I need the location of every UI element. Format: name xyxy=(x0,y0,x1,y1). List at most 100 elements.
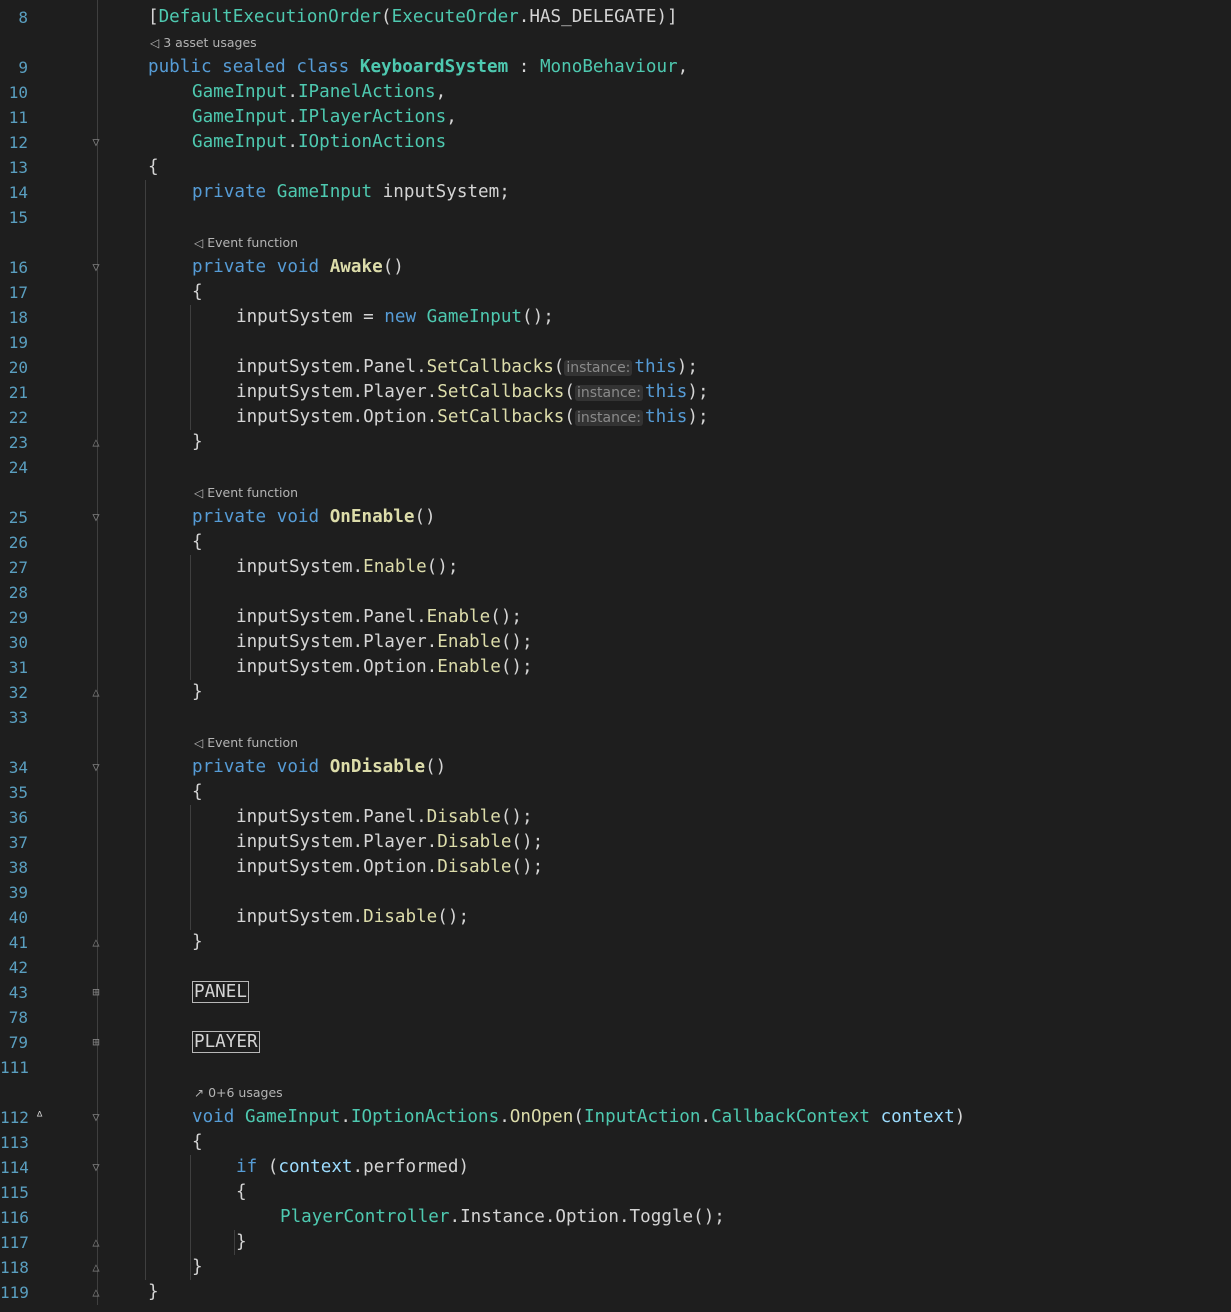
code-text[interactable]: inputSystem.Panel.Disable(); xyxy=(236,805,533,830)
code-text[interactable]: } xyxy=(236,1230,247,1255)
code-line[interactable]: 117 △} xyxy=(0,1230,1231,1255)
code-line[interactable]: 115 { xyxy=(0,1180,1231,1205)
code-text[interactable]: { xyxy=(192,1130,203,1155)
code-text[interactable]: inputSystem.Option.Disable(); xyxy=(236,855,543,880)
fold-open-icon[interactable]: ▽ xyxy=(90,1111,102,1123)
code-line[interactable]: 16 ▽ private void Awake() xyxy=(0,255,1231,280)
code-line[interactable]: 39 xyxy=(0,880,1231,905)
code-line[interactable]: 31 inputSystem.Option.Enable(); xyxy=(0,655,1231,680)
code-text[interactable]: void GameInput.IOptionActions.OnOpen(Inp… xyxy=(192,1105,965,1130)
collapsed-region[interactable]: PLAYER xyxy=(192,1031,260,1053)
code-line[interactable]: 36 inputSystem.Panel.Disable(); xyxy=(0,805,1231,830)
hint-content[interactable]: ◁ Event function xyxy=(194,483,298,503)
code-line[interactable]: 34 ▽ private void OnDisable() xyxy=(0,755,1231,780)
code-text[interactable]: PLAYER xyxy=(192,1030,260,1055)
code-line[interactable]: 29 inputSystem.Panel.Enable(); xyxy=(0,605,1231,630)
code-vision-hint[interactable]: ◁ Event function xyxy=(0,233,1231,253)
code-line[interactable]: 27 inputSystem.Enable(); xyxy=(0,555,1231,580)
code-line[interactable]: 8 [DefaultExecutionOrder(ExecuteOrder.HAS… xyxy=(0,5,1231,30)
hint-text[interactable]: Event function xyxy=(207,735,298,750)
code-line[interactable]: 28 xyxy=(0,580,1231,605)
code-line[interactable]: 18 inputSystem = new GameInput(); xyxy=(0,305,1231,330)
fold-close-icon[interactable]: △ xyxy=(90,1236,102,1248)
code-text[interactable]: private void OnDisable() xyxy=(192,755,446,780)
code-line[interactable]: 118 △} xyxy=(0,1255,1231,1280)
code-line[interactable]: 21 inputSystem.Player.SetCallbacks(instan… xyxy=(0,380,1231,405)
code-editor[interactable]: 8 [DefaultExecutionOrder(ExecuteOrder.HAS… xyxy=(0,0,1231,1312)
code-text[interactable]: inputSystem.Player.Disable(); xyxy=(236,830,543,855)
code-line[interactable]: 30 inputSystem.Player.Enable(); xyxy=(0,630,1231,655)
code-vision-hint[interactable]: ◁ 3 asset usages xyxy=(0,33,1231,53)
code-text[interactable]: GameInput.IPlayerActions, xyxy=(192,105,457,130)
implements-icon[interactable]: ᐞ xyxy=(36,1105,43,1130)
code-line[interactable]: 14 private GameInput inputSystem; xyxy=(0,180,1231,205)
code-text[interactable]: inputSystem.Option.SetCallbacks(instance… xyxy=(236,405,709,431)
code-text[interactable]: { xyxy=(192,780,203,805)
code-text[interactable]: PlayerController.Instance.Option.Toggle(… xyxy=(280,1205,725,1230)
hint-content[interactable]: ◁ Event function xyxy=(194,233,298,253)
code-text[interactable]: } xyxy=(192,930,203,955)
collapsed-region[interactable]: PANEL xyxy=(192,981,249,1003)
code-text[interactable]: { xyxy=(192,530,203,555)
code-line[interactable]: 41 △} xyxy=(0,930,1231,955)
code-line[interactable]: 12 ▽ GameInput.IOptionActions xyxy=(0,130,1231,155)
fold-open-icon[interactable]: ▽ xyxy=(90,761,102,773)
code-text[interactable]: inputSystem.Player.SetCallbacks(instance… xyxy=(236,380,709,406)
code-line[interactable]: 26 { xyxy=(0,530,1231,555)
fold-close-icon[interactable]: △ xyxy=(90,686,102,698)
code-vision-hint[interactable]: ◁ Event function xyxy=(0,483,1231,503)
code-vision-hint[interactable]: ↗ 0+6 usages xyxy=(0,1083,1231,1103)
code-text[interactable]: if (context.performed) xyxy=(236,1155,469,1180)
code-text[interactable]: [DefaultExecutionOrder(ExecuteOrder.HAS_… xyxy=(148,5,678,30)
code-line[interactable]: 9 public sealed class KeyboardSystem : Mo… xyxy=(0,55,1231,80)
fold-close-icon[interactable]: △ xyxy=(90,936,102,948)
code-line[interactable]: 24 xyxy=(0,455,1231,480)
code-text[interactable]: } xyxy=(192,430,203,455)
hint-text[interactable]: 0+6 usages xyxy=(208,1085,283,1100)
code-line[interactable]: 113 { xyxy=(0,1130,1231,1155)
hint-text[interactable]: 3 asset usages xyxy=(163,35,256,50)
code-text[interactable]: private GameInput inputSystem; xyxy=(192,180,510,205)
code-text[interactable]: private void Awake() xyxy=(192,255,404,280)
hint-content[interactable]: ↗ 0+6 usages xyxy=(194,1083,283,1103)
code-text[interactable]: inputSystem.Enable(); xyxy=(236,555,458,580)
code-line[interactable]: 38 inputSystem.Option.Disable(); xyxy=(0,855,1231,880)
code-text[interactable]: PANEL xyxy=(192,980,249,1005)
code-line[interactable]: 20 inputSystem.Panel.SetCallbacks(instanc… xyxy=(0,355,1231,380)
code-line[interactable]: 32 △} xyxy=(0,680,1231,705)
hint-text[interactable]: Event function xyxy=(207,235,298,250)
hint-content[interactable]: ◁ Event function xyxy=(194,733,298,753)
fold-open-icon[interactable]: ▽ xyxy=(90,511,102,523)
code-line[interactable]: 10 GameInput.IPanelActions, xyxy=(0,80,1231,105)
code-line[interactable]: 119 △} xyxy=(0,1280,1231,1305)
code-text[interactable]: public sealed class KeyboardSystem : Mon… xyxy=(148,55,688,80)
code-text[interactable]: { xyxy=(236,1180,247,1205)
code-text[interactable]: { xyxy=(148,155,159,180)
fold-close-icon[interactable]: △ xyxy=(90,1261,102,1273)
code-text[interactable]: inputSystem.Player.Enable(); xyxy=(236,630,533,655)
code-line[interactable]: 35 { xyxy=(0,780,1231,805)
fold-close-icon[interactable]: △ xyxy=(90,436,102,448)
code-text[interactable]: GameInput.IOptionActions xyxy=(192,130,446,155)
code-text[interactable]: inputSystem = new GameInput(); xyxy=(236,305,554,330)
code-line[interactable]: 37 inputSystem.Player.Disable(); xyxy=(0,830,1231,855)
code-line[interactable]: 40 inputSystem.Disable(); xyxy=(0,905,1231,930)
fold-collapsed-icon[interactable]: ⊞ xyxy=(90,1036,102,1048)
code-line[interactable]: 15 xyxy=(0,205,1231,230)
code-line[interactable]: 114 ▽ if (context.performed) xyxy=(0,1155,1231,1180)
code-line[interactable]: 111 xyxy=(0,1055,1231,1080)
code-line[interactable]: 11 GameInput.IPlayerActions, xyxy=(0,105,1231,130)
code-text[interactable]: inputSystem.Panel.SetCallbacks(instance:… xyxy=(236,355,698,381)
fold-open-icon[interactable]: ▽ xyxy=(90,136,102,148)
code-line[interactable]: 33 xyxy=(0,705,1231,730)
code-text[interactable]: } xyxy=(192,680,203,705)
fold-open-icon[interactable]: ▽ xyxy=(90,261,102,273)
fold-open-icon[interactable]: ▽ xyxy=(90,1161,102,1173)
code-text[interactable]: inputSystem.Panel.Enable(); xyxy=(236,605,522,630)
code-text[interactable]: GameInput.IPanelActions, xyxy=(192,80,446,105)
code-line[interactable]: 19 xyxy=(0,330,1231,355)
code-line[interactable]: 79 ⊞ PLAYER xyxy=(0,1030,1231,1055)
code-line[interactable]: 25 ▽ private void OnEnable() xyxy=(0,505,1231,530)
code-text[interactable]: inputSystem.Disable(); xyxy=(236,905,469,930)
code-text[interactable]: inputSystem.Option.Enable(); xyxy=(236,655,533,680)
